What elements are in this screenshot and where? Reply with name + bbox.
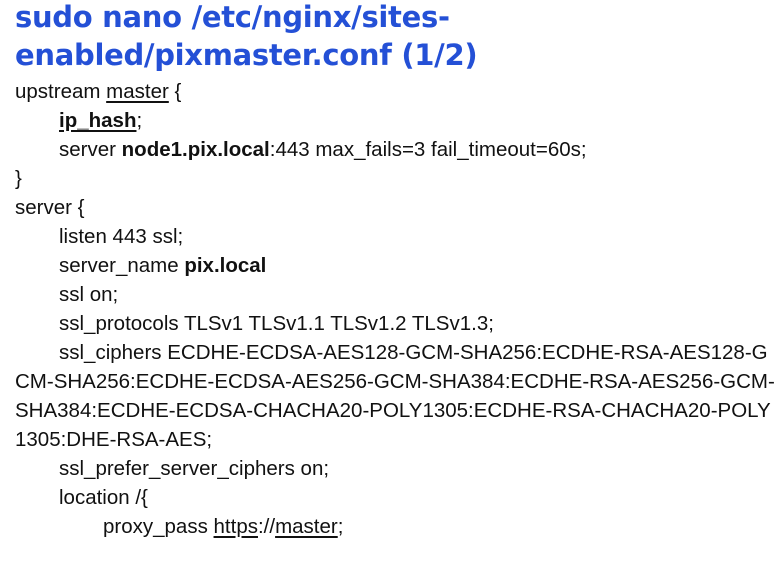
proxy-upstream-link[interactable]: master bbox=[275, 515, 338, 538]
upstream-name-link[interactable]: master bbox=[106, 80, 169, 103]
code-line-location: location /{ bbox=[59, 486, 148, 509]
proxy-scheme-link[interactable]: https bbox=[214, 515, 258, 538]
keyword-server-name: server_name bbox=[59, 254, 185, 277]
scheme-separator: :// bbox=[257, 515, 276, 538]
keyword-server: server bbox=[59, 138, 122, 161]
server-name-value: pix.local bbox=[184, 254, 267, 277]
code-line-ip-hash: ip_hash; bbox=[15, 106, 775, 135]
ip-hash-link[interactable]: ip_hash bbox=[59, 109, 136, 132]
code-line-server-block: server { bbox=[15, 196, 85, 219]
semicolon: ; bbox=[337, 515, 344, 538]
code-line-proxy-pass: proxy_pass https://master; bbox=[15, 512, 775, 541]
code-line-ssl-protocols: ssl_protocols TLSv1 TLSv1.1 TLSv1.2 TLSv… bbox=[59, 312, 494, 335]
page-title: sudo nano /etc/nginx/sites-enabled/pixma… bbox=[15, 0, 478, 72]
code-line-close-upstream: } bbox=[15, 167, 22, 190]
code-document: sudo nano /etc/nginx/sites-enabled/pixma… bbox=[0, 0, 778, 577]
semicolon: ; bbox=[136, 109, 143, 132]
keyword-proxy-pass: proxy_pass bbox=[103, 515, 214, 538]
code-line-ssl-on: ssl on; bbox=[59, 283, 119, 306]
brace-open: { bbox=[168, 80, 182, 103]
code-line-listen: listen 443 ssl; bbox=[59, 225, 184, 248]
code-line-upstream-server: server node1.pix.local:443 max_fails=3 f… bbox=[15, 135, 775, 164]
code-line-ssl-ciphers: ssl_ciphers ECDHE-ECDSA-AES128-GCM-SHA25… bbox=[15, 341, 775, 451]
code-line-server-name: server_name pix.local bbox=[15, 251, 775, 280]
server-options: :443 max_fails=3 fail_timeout=60s; bbox=[269, 138, 587, 161]
upstream-host: node1.pix.local bbox=[121, 138, 270, 161]
code-line-upstream: upstream master { bbox=[15, 77, 775, 106]
code-line-ssl-prefer: ssl_prefer_server_ciphers on; bbox=[59, 457, 330, 480]
config-code-block: upstream master { ip_hash; server node1.… bbox=[15, 77, 775, 541]
keyword-upstream: upstream bbox=[15, 80, 107, 103]
